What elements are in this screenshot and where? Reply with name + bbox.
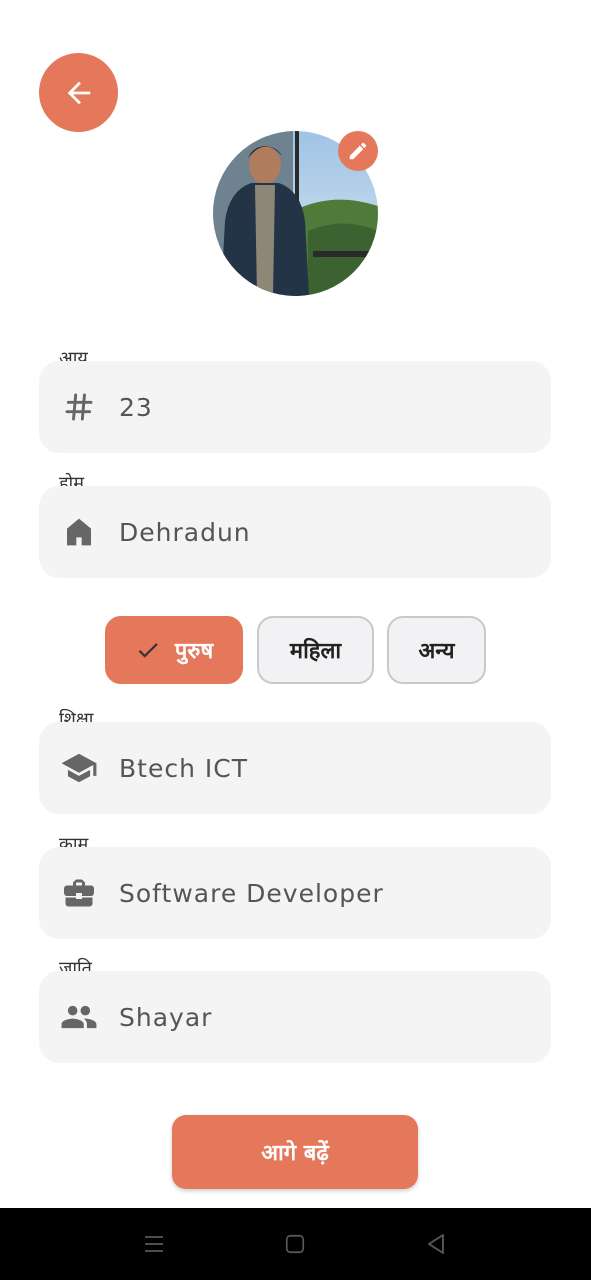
home-icon xyxy=(67,518,91,546)
triangle-back-icon xyxy=(428,1234,444,1254)
people-icon xyxy=(61,1005,97,1029)
home-value: Dehradun xyxy=(119,517,251,547)
profile-avatar[interactable] xyxy=(213,131,378,296)
pencil-icon xyxy=(349,142,367,160)
system-nav-bar xyxy=(0,1208,591,1280)
next-button[interactable]: आगे बढ़ें xyxy=(172,1115,418,1189)
arrow-left-icon xyxy=(67,81,90,104)
gender-chip-other[interactable]: अन्य xyxy=(387,616,486,684)
age-value: 23 xyxy=(119,392,153,422)
graduation-cap-icon xyxy=(61,753,97,783)
age-field[interactable]: 23 xyxy=(39,361,551,453)
work-value: Software Developer xyxy=(119,878,384,908)
nav-menu-button[interactable] xyxy=(140,1230,168,1258)
gender-chip-male[interactable]: पुरुष xyxy=(105,616,243,684)
edit-photo-button[interactable] xyxy=(338,131,378,171)
caste-value: Shayar xyxy=(119,1002,213,1032)
briefcase-icon xyxy=(64,879,94,907)
gender-chip-label: अन्य xyxy=(418,639,455,664)
caste-field[interactable]: Shayar xyxy=(39,971,551,1063)
back-button[interactable] xyxy=(39,53,118,132)
education-value: Btech ICT xyxy=(119,753,248,783)
gender-chip-label: महिला xyxy=(289,639,342,664)
hash-icon xyxy=(65,393,93,421)
education-field[interactable]: Btech ICT xyxy=(39,722,551,814)
work-field[interactable]: Software Developer xyxy=(39,847,551,939)
home-field[interactable]: Dehradun xyxy=(39,486,551,578)
nav-home-button[interactable] xyxy=(281,1230,309,1258)
nav-back-button[interactable] xyxy=(422,1230,450,1258)
gender-selector: पुरुष महिला अन्य xyxy=(0,616,591,684)
check-icon xyxy=(138,643,158,658)
square-icon xyxy=(285,1234,305,1254)
gender-chip-female[interactable]: महिला xyxy=(257,616,374,684)
gender-chip-label: पुरुष xyxy=(174,639,214,664)
menu-icon xyxy=(145,1236,163,1252)
